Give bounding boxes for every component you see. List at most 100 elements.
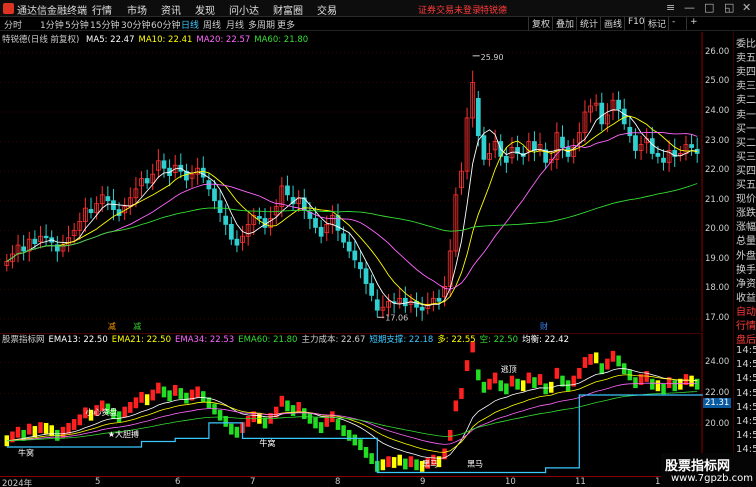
quote-panel-label: 收益 (736, 292, 756, 304)
time-tick: 5 (95, 477, 101, 487)
restore-icon[interactable]: ◱ (724, 1, 734, 14)
indicator-bar (234, 426, 240, 438)
period-1min[interactable]: 1分钟 (40, 18, 64, 31)
period-toolbar: 分时 1分钟 5分钟 15分钟 30分钟 60分钟 日线 周线 月线 多周期 更… (0, 17, 756, 31)
quote-panel-label: 卖二 (736, 95, 756, 107)
legend-item: EMA13: 22.50 (48, 335, 108, 345)
candle-body (621, 108, 627, 125)
indicator-bar (60, 426, 66, 438)
indicator-bar (290, 405, 296, 416)
indicator-bar (156, 382, 161, 394)
indicator-bar (464, 360, 470, 372)
legend-item: EMA34: 22.53 (174, 335, 235, 345)
high-label: 25.90 (481, 53, 504, 62)
indicator-lines (6, 368, 703, 474)
menu-market[interactable]: 行情 (92, 2, 112, 17)
quote-panel-label: 现价 (736, 194, 756, 206)
candle-body (363, 268, 369, 284)
close-icon[interactable]: ✕ (742, 1, 751, 14)
indicator-bar (49, 425, 54, 437)
indicator-bar (459, 388, 464, 399)
ma-lines (6, 109, 698, 307)
ma-legend: 特锐德(日线 前复权) MA5: 22.47 MA10: 22.41 MA20: 2… (2, 33, 312, 45)
menu-news[interactable]: 资讯 (161, 2, 181, 17)
time-tick: 2024年 (2, 479, 33, 487)
overlay-button[interactable]: 叠加 (552, 17, 574, 30)
indicator-bar (593, 352, 599, 364)
f10-button[interactable]: F10 (624, 17, 645, 30)
period-more[interactable]: 更多 (277, 18, 295, 31)
indicator-bar (178, 388, 184, 399)
quote-panel-label: 卖一 (736, 109, 756, 121)
indicator-bar (515, 378, 520, 390)
candle-body (655, 153, 661, 157)
period-5min[interactable]: 5分钟 (65, 18, 89, 31)
period-monthly[interactable]: 月线 (226, 18, 244, 31)
menu-ask[interactable]: 问小达 (229, 2, 259, 17)
minimize-icon[interactable]: — (684, 1, 695, 14)
period-30min[interactable]: 30分钟 (121, 18, 150, 31)
indicator-bar (655, 380, 661, 392)
menu-trade[interactable]: 交易 (317, 2, 337, 17)
indicator-signal-label: 牛窝 (259, 438, 275, 448)
indicator-bar (520, 380, 526, 392)
price-tick: 17.00 (705, 313, 730, 324)
period-60min[interactable]: 60分钟 (151, 18, 180, 31)
menu-icon[interactable]: ≡ (666, 1, 675, 14)
quote-panel-label: 买一 (736, 123, 756, 135)
menu-discover[interactable]: 发现 (195, 2, 215, 17)
kline-chart[interactable]: 25.90 17.06 减 减 财 (0, 32, 703, 332)
adjust-button[interactable]: 复权 (528, 17, 550, 30)
indicator-bar (296, 402, 301, 413)
indicator-bar (363, 446, 369, 458)
quote-panel-label: 14:50 (736, 373, 756, 385)
period-multi[interactable]: 多周期 (248, 18, 275, 31)
quote-panel-label: 行情 (736, 321, 756, 332)
price-tick: 18.00 (705, 283, 730, 294)
legend-item: 短期支撑: 22.18 (369, 335, 434, 345)
indicator-bar (498, 380, 503, 392)
quote-panel-label: 涨跌 (736, 208, 756, 220)
event-marker: 减 (108, 321, 116, 331)
menu-wealth[interactable]: 财富圈 (273, 2, 303, 17)
quote-panel-label: 盘后 (736, 335, 756, 347)
quote-panel-label: 净资 (736, 278, 756, 290)
draw-button[interactable]: 画线 (600, 17, 622, 30)
candle-body (627, 127, 633, 137)
candle-body (436, 297, 442, 302)
menu-markets[interactable]: 市场 (127, 2, 147, 17)
quote-panel-label: 外盘 (736, 250, 756, 262)
price-axis-labels: 26.00 25.00 24.00 23.00 22.00 21.00 20.00 19.00… (703, 32, 733, 332)
price-grid (0, 32, 703, 332)
indicator-bar (397, 454, 402, 466)
mark-button[interactable]: 标记 (644, 17, 666, 30)
maximize-icon[interactable]: □ (704, 1, 714, 14)
period-tick[interactable]: 分时 (4, 18, 22, 31)
indicator-bar (509, 375, 515, 387)
login-status[interactable]: 证券交易未登录 (418, 3, 481, 16)
indicator-signal-label: 黑马 (467, 459, 483, 468)
period-weekly[interactable]: 周线 (203, 18, 221, 31)
candle-body (88, 209, 94, 213)
period-daily[interactable]: 日线 (181, 18, 199, 31)
indicator-legend: 股票指标网 EMA13: 22.50 EMA21: 22.50 EMA34: 22.5… (2, 333, 573, 345)
candle-body (402, 297, 408, 307)
quote-panel-label: 14:50 (736, 345, 756, 357)
indicator-bar (672, 380, 677, 392)
zoom-out-button[interactable]: - (668, 17, 675, 30)
quote-panel-label: 14:50 (736, 401, 756, 413)
indicator-bar (341, 425, 346, 437)
indicator-bar (352, 434, 358, 446)
stats-button[interactable]: 统计 (576, 17, 598, 30)
indicator-bar (391, 457, 397, 468)
period-15min[interactable]: 15分钟 (90, 18, 119, 31)
indicator-bar (195, 386, 200, 398)
quote-panel: 委比 卖五 卖四 卖三 卖二 卖一 买一 买二 买三 买四 买五 现价 涨跌 涨幅 总量 外盘 换手 净资 收益 自动… (733, 31, 756, 487)
candle-body (161, 160, 167, 169)
candle-body (212, 188, 217, 202)
indicator-bar (201, 391, 206, 403)
zoom-in-button[interactable]: + (686, 17, 698, 30)
indicator-tick: 22.00 (705, 387, 730, 398)
indicator-chart[interactable]: 小心资盘★大胆搏牛窝牛窝逃顶黑马 黑马 (0, 333, 703, 476)
indicator-tick: 20.00 (705, 418, 730, 429)
